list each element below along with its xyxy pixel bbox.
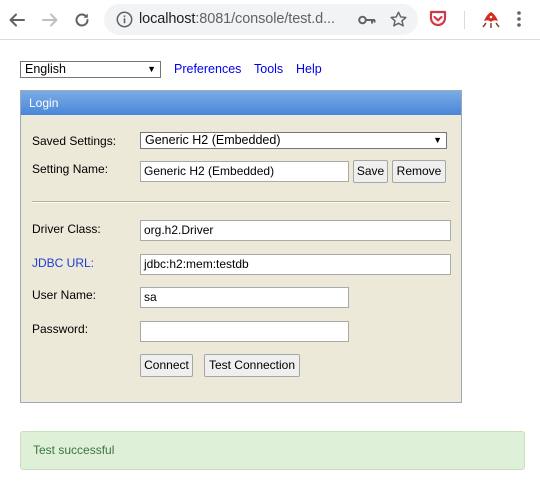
toolbar-separator (464, 11, 465, 29)
remove-button[interactable]: Remove (392, 160, 446, 183)
saved-settings-label: Saved Settings: (32, 134, 117, 148)
forward-icon[interactable] (39, 9, 61, 31)
url-text: localhost:8081/console/test.d... (139, 11, 335, 27)
user-name-input[interactable]: sa (140, 287, 349, 308)
browser-toolbar: localhost:8081/console/test.d... (0, 0, 540, 40)
saved-settings-value: Generic H2 (Embedded) (145, 133, 281, 147)
jdbc-url-input[interactable]: jdbc:h2:mem:testdb (140, 254, 451, 275)
connect-button[interactable]: Connect (140, 354, 193, 377)
status-message: Test successful (20, 431, 525, 470)
help-link[interactable]: Help (296, 62, 322, 76)
login-panel-title: Login (21, 91, 461, 115)
password-label: Password: (32, 322, 89, 336)
bug-extension-icon[interactable] (480, 8, 502, 30)
reload-icon[interactable] (71, 9, 93, 31)
language-select[interactable]: English ▼ (20, 61, 161, 78)
address-bar[interactable]: localhost:8081/console/test.d... (104, 4, 418, 35)
setting-name-label: Setting Name: (32, 162, 109, 176)
key-icon[interactable] (358, 13, 376, 27)
saved-settings-select[interactable]: Generic H2 (Embedded) ▼ (140, 132, 447, 149)
back-icon[interactable] (6, 9, 28, 31)
pocket-icon[interactable] (428, 9, 448, 29)
login-panel: Login Saved Settings: Generic H2 (Embedd… (20, 90, 462, 403)
star-icon[interactable] (389, 10, 408, 29)
jdbc-url-label[interactable]: JDBC URL: (32, 256, 94, 270)
menu-icon[interactable] (516, 10, 522, 28)
test-connection-button[interactable]: Test Connection (204, 354, 300, 377)
language-value: English (25, 62, 66, 76)
setting-name-input[interactable]: Generic H2 (Embedded) (140, 161, 349, 182)
driver-class-label: Driver Class: (32, 222, 101, 236)
user-name-label: User Name: (32, 288, 97, 302)
divider (32, 201, 450, 203)
dropdown-arrow-icon: ▼ (433, 135, 442, 145)
save-button[interactable]: Save (353, 160, 388, 183)
info-icon[interactable] (116, 11, 133, 28)
dropdown-arrow-icon: ▼ (147, 64, 156, 74)
password-input[interactable] (140, 321, 349, 342)
tools-link[interactable]: Tools (254, 62, 283, 76)
preferences-link[interactable]: Preferences (174, 62, 241, 76)
driver-class-input[interactable]: org.h2.Driver (140, 220, 451, 241)
